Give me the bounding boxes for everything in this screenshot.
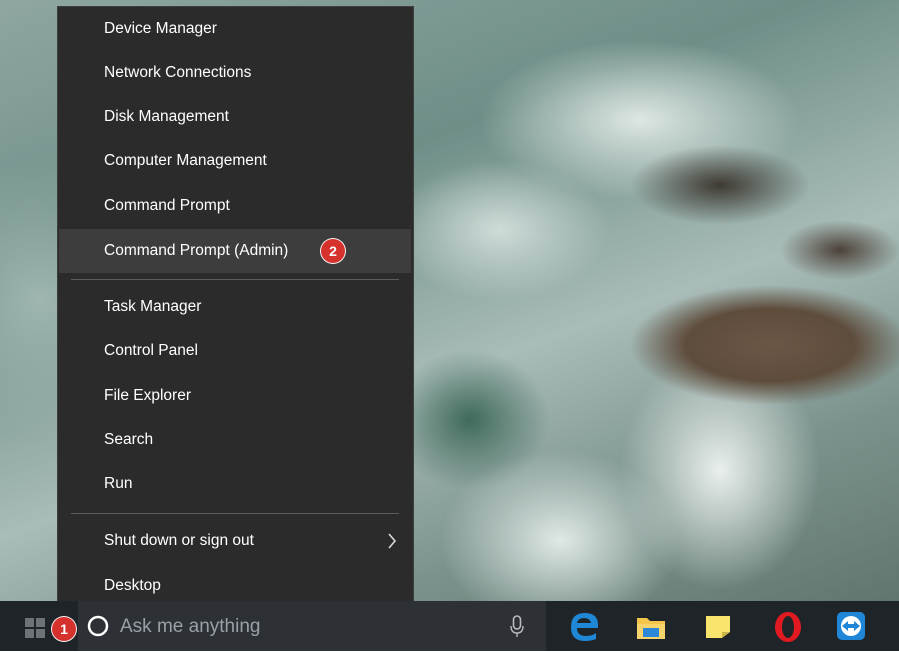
menu-item-label: Task Manager (104, 298, 202, 315)
menu-item-label: Command Prompt (104, 197, 230, 214)
opera-browser-icon[interactable] (773, 610, 803, 644)
search-placeholder: Ask me anything (120, 616, 261, 637)
menu-item-network-connections[interactable]: Network Connections (59, 51, 411, 95)
menu-item-device-manager[interactable]: Device Manager (59, 7, 411, 51)
menu-item-label: Shut down or sign out (104, 532, 254, 549)
winx-power-user-menu: Device Manager Network Connections Disk … (57, 6, 414, 618)
sticky-notes-icon[interactable] (704, 614, 732, 640)
menu-item-file-explorer[interactable]: File Explorer (59, 374, 411, 418)
step-1-badge: 1 (52, 617, 76, 641)
menu-separator (71, 279, 399, 280)
menu-item-computer-management[interactable]: Computer Management (59, 139, 411, 183)
menu-item-command-prompt-admin[interactable]: Command Prompt (Admin) 2 (59, 229, 411, 273)
menu-item-control-panel[interactable]: Control Panel (59, 329, 411, 373)
teamviewer-icon[interactable] (836, 611, 866, 641)
windows-start-icon[interactable] (25, 618, 45, 638)
menu-item-label: Device Manager (104, 20, 217, 37)
menu-item-command-prompt[interactable]: Command Prompt (59, 184, 411, 228)
menu-item-task-manager[interactable]: Task Manager (59, 285, 411, 329)
menu-separator (71, 513, 399, 514)
cortana-search-box[interactable]: Ask me anything (78, 601, 546, 651)
microphone-icon[interactable] (510, 615, 524, 639)
cortana-circle-icon (87, 615, 109, 637)
menu-item-label: Disk Management (104, 108, 229, 125)
menu-item-label: Computer Management (104, 152, 267, 169)
menu-item-search[interactable]: Search (59, 418, 411, 462)
file-explorer-icon[interactable] (636, 614, 666, 640)
chevron-right-icon (388, 533, 397, 549)
menu-item-label: Network Connections (104, 64, 252, 81)
menu-item-label: File Explorer (104, 387, 191, 404)
menu-item-label: Control Panel (104, 342, 198, 359)
edge-browser-icon[interactable] (567, 610, 601, 642)
menu-item-disk-management[interactable]: Disk Management (59, 95, 411, 139)
menu-item-run[interactable]: Run (59, 462, 411, 506)
menu-item-label: Command Prompt (Admin) (104, 242, 289, 259)
step-2-badge: 2 (321, 239, 345, 263)
menu-item-label: Run (104, 475, 133, 492)
menu-item-shut-down-or-sign-out[interactable]: Shut down or sign out (59, 519, 411, 563)
menu-item-label: Search (104, 431, 154, 448)
